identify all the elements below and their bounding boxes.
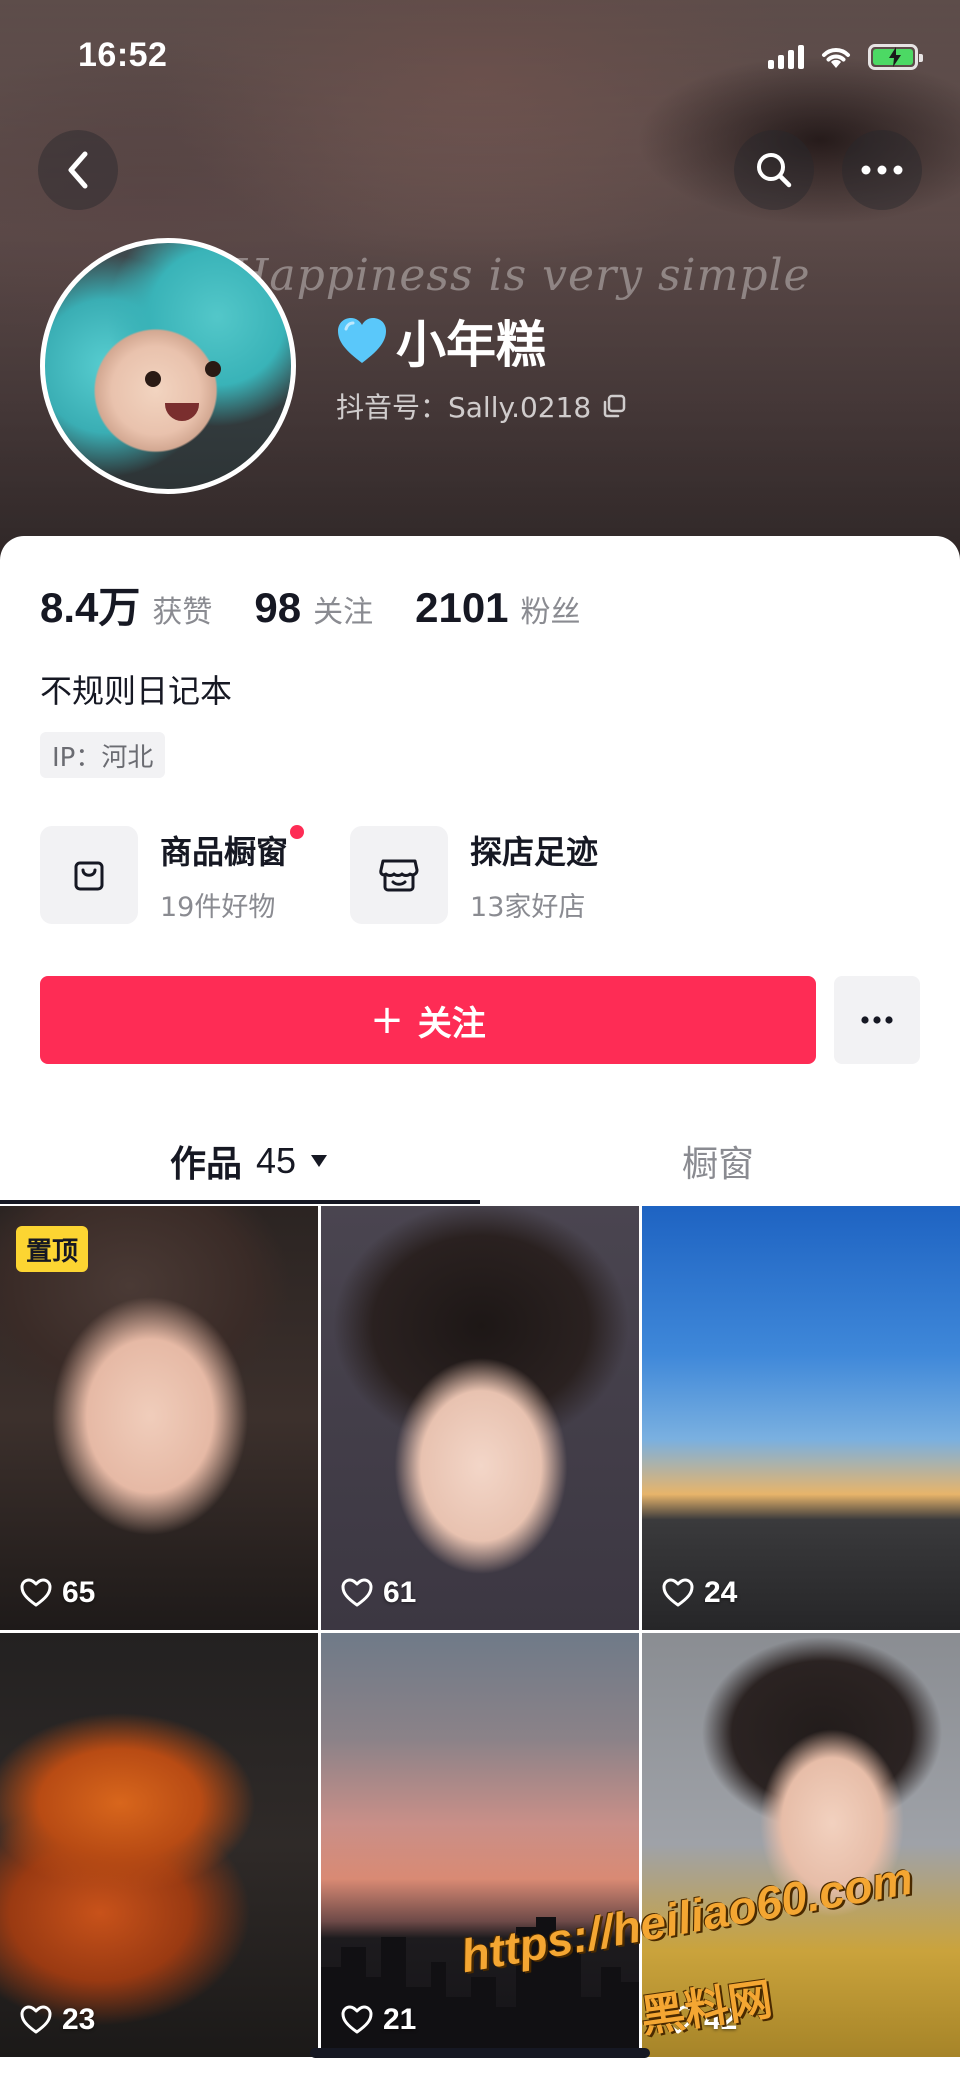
follow-more-button[interactable] [834,976,920,1064]
video-like-count: 65 [20,1576,95,1610]
plus-icon: + [370,997,404,1043]
video-thumbnail[interactable]: 21 [321,1633,639,2057]
copy-icon[interactable] [601,393,627,419]
profile-stats: 8.4万 获赞 98 关注 2101 粉丝 [40,574,623,635]
stat-likes: 8.4万 获赞 [40,574,212,635]
tab-works-count: 45 [256,1140,297,1181]
battery-icon [868,44,923,70]
stat-likes-value: 8.4万 [40,584,141,631]
back-button[interactable] [38,130,118,210]
tab-showcase[interactable]: 橱窗 [682,1116,754,1206]
stat-following-value: 98 [254,584,302,631]
video-like-count: 24 [662,1576,737,1610]
pinned-badge: 置顶 [16,1226,89,1272]
heart-outline-icon [20,2005,52,2034]
notification-dot [290,824,305,839]
heart-outline-icon [20,1578,52,1607]
heart-outline-icon [341,1578,373,1607]
profile-tabs: 作品 45 橱窗 [0,1116,960,1206]
product-showcase-count: 19件好物 [160,891,276,923]
follow-button-label: 关注 [417,1003,486,1044]
stat-followers-label: 粉丝 [520,595,581,630]
tab-works[interactable]: 作品 45 [170,1116,328,1206]
status-time: 16:52 [78,36,168,74]
video-thumbnail[interactable]: 24 [642,1206,960,1630]
douyin-id[interactable]: 抖音号：Sally.0218 [336,386,627,426]
stat-following-label: 关注 [313,595,374,630]
shopping-bag-icon [40,826,138,924]
avatar[interactable] [40,238,296,494]
video-thumbnail[interactable]: 置顶 65 [0,1206,318,1630]
stat-followers[interactable]: 2101 粉丝 [415,584,580,632]
profile-page: Happiness is very simple 16:52 小年糕 抖音号：S… [0,0,960,2080]
nickname-text: 小年糕 [396,316,546,374]
shop-entries: 商品橱窗 19件好物 探店足迹 13家好店 [40,824,598,924]
heart-outline-icon [341,2005,373,2034]
blue-heart-icon [338,318,386,363]
caret-down-icon[interactable] [310,1154,328,1168]
more-horizontal-icon [861,165,903,175]
wifi-icon [822,48,850,68]
profile-info-card: 8.4万 获赞 98 关注 2101 粉丝 不规则日记本 IP：河北 商品橱窗 … [0,536,960,2080]
video-like-count: 61 [341,1576,416,1610]
store-visits-count: 13家好店 [470,891,586,923]
search-icon [757,153,792,188]
video-like-count: 21 [341,2003,416,2037]
store-icon [350,826,449,924]
heart-outline-icon [662,1578,694,1607]
signal-icon [768,45,804,69]
home-indicator [310,2048,650,2058]
stat-likes-label: 获赞 [152,595,213,630]
video-thumbnail[interactable]: 61 [321,1206,639,1630]
tab-works-label: 作品 [170,1144,243,1185]
active-tab-indicator [0,1200,480,1204]
product-showcase-entry[interactable]: 商品橱窗 19件好物 [40,824,305,924]
douyin-id-text: 抖音号：Sally.0218 [336,391,592,424]
stat-following[interactable]: 98 关注 [254,584,373,632]
follow-button[interactable]: + 关注 [40,976,816,1064]
store-visits-entry[interactable]: 探店足迹 13家好店 [350,826,598,924]
video-like-count: 23 [20,2003,95,2037]
search-button[interactable] [734,130,814,210]
more-options-button[interactable] [842,130,922,210]
video-thumbnail[interactable]: 23 [0,1633,318,2057]
more-horizontal-icon [861,1016,893,1024]
profile-bio: 不规则日记本 [40,672,233,710]
product-showcase-title: 商品橱窗 [160,824,305,873]
ip-location-tag: IP：河北 [40,732,166,778]
cover-script-text: Happiness is very simple [230,250,811,301]
status-icons [768,44,923,70]
store-visits-title: 探店足迹 [470,832,599,871]
chevron-left-icon [68,151,88,189]
stat-followers-value: 2101 [415,584,509,631]
profile-nickname: 小年糕 [336,305,546,377]
